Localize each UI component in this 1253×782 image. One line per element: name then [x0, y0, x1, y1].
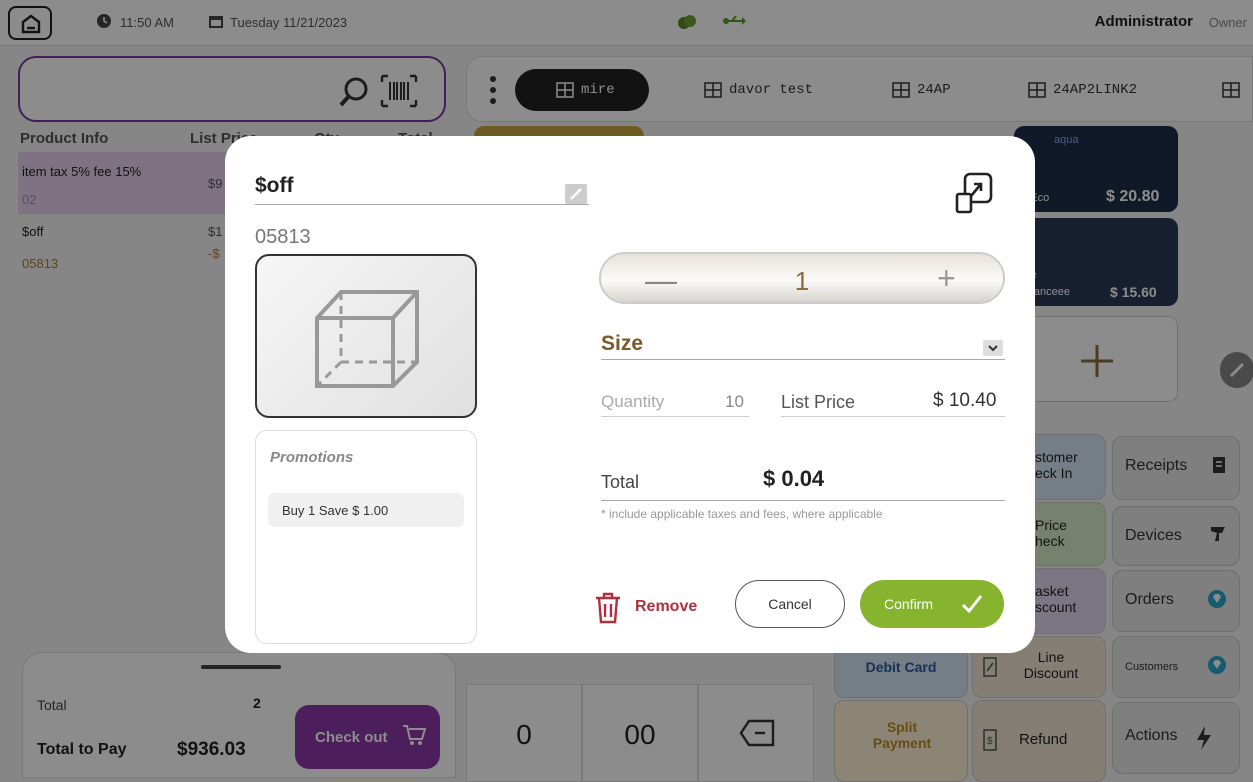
decrement-button[interactable]: —: [645, 262, 677, 299]
pencil-icon: [570, 188, 582, 200]
cancel-button[interactable]: Cancel: [735, 580, 845, 628]
quantity-label: Quantity: [601, 392, 665, 411]
size-select[interactable]: [601, 359, 1005, 360]
checkmark-icon: [961, 595, 983, 614]
quantity-stock-value: 10: [725, 392, 744, 411]
quantity-value[interactable]: 1: [787, 266, 817, 297]
promotion-item[interactable]: Buy 1 Save $ 1.00: [268, 493, 464, 527]
promotion-label: Buy 1 Save $ 1.00: [282, 503, 389, 518]
increment-button[interactable]: +: [937, 260, 956, 297]
tax-note: * include applicable taxes and fees, whe…: [601, 507, 883, 521]
product-sku: 05813: [255, 226, 311, 248]
list-price-label: List Price: [781, 392, 856, 412]
remove-label: Remove: [635, 598, 698, 615]
box-3d-icon: [315, 290, 419, 388]
divider: [255, 204, 589, 205]
trash-icon: [596, 592, 620, 624]
list-price-value[interactable]: $ 10.40: [933, 390, 996, 412]
product-name: $off: [255, 174, 294, 197]
product-edit-dialog: $off 05813 Promotions Buy 1 Save $ 1.00 …: [225, 136, 1035, 653]
confirm-button[interactable]: Confirm: [860, 580, 1004, 628]
chevron-down-icon: [988, 345, 998, 352]
divider: [601, 416, 749, 417]
total-label: Total: [601, 472, 640, 492]
expand-window-icon[interactable]: [955, 172, 993, 214]
product-image-placeholder[interactable]: [255, 254, 477, 418]
divider: [601, 500, 1005, 501]
edit-name-button[interactable]: [565, 184, 587, 204]
divider: [781, 416, 1005, 417]
promotions-title: Promotions: [270, 449, 354, 466]
quantity-stepper: — 1 +: [599, 252, 1005, 304]
size-label: Size: [601, 332, 644, 355]
confirm-label: Confirm: [884, 596, 934, 612]
size-dropdown-button[interactable]: [983, 340, 1003, 356]
promotions-panel: Promotions Buy 1 Save $ 1.00: [255, 430, 477, 644]
total-value: $ 0.04: [763, 466, 825, 491]
